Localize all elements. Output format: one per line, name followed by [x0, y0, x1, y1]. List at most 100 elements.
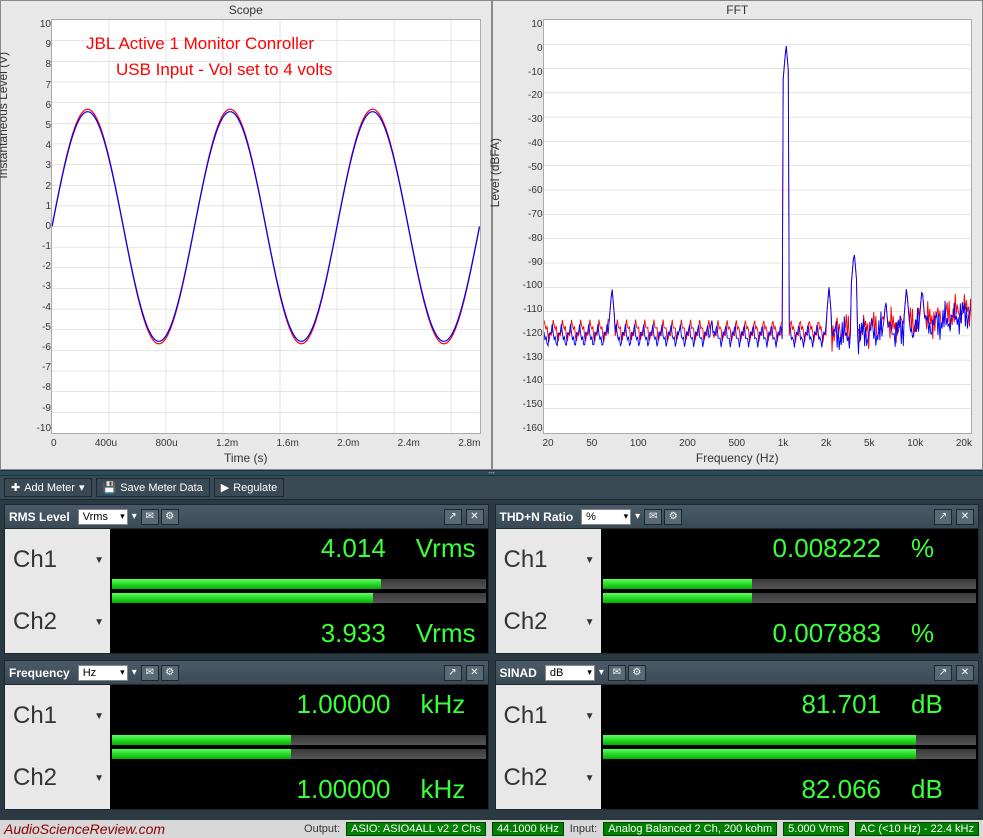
input-device-chip[interactable]: Analog Balanced 2 Ch, 200 kohm — [603, 822, 777, 836]
envelope-icon[interactable]: ✉ — [644, 509, 662, 525]
meters-toolbar: ✚ Add Meter ▾ 💾 Save Meter Data ▶ Regula… — [0, 476, 983, 500]
chevron-down-icon: ▼ — [585, 773, 595, 784]
output-device-chip[interactable]: ASIO: ASIO4ALL v2 2 Chs — [346, 822, 486, 836]
envelope-icon[interactable]: ✉ — [141, 509, 159, 525]
freq-ch2-label[interactable]: Ch2▼ — [5, 747, 110, 809]
freq-ch2-value: 1.00000 — [297, 774, 391, 805]
add-meter-button[interactable]: ✚ Add Meter ▾ — [4, 478, 92, 497]
frequency-unit-select[interactable]: Hz — [78, 665, 128, 681]
thdn-ch2-unit: % — [911, 618, 966, 649]
freq-ch1-bar — [112, 735, 291, 745]
sinad-ch1-label[interactable]: Ch1▼ — [496, 685, 601, 747]
save-meter-data-button[interactable]: 💾 Save Meter Data — [96, 478, 210, 497]
scope-annotation: JBL Active 1 Monitor Conroller USB Input… — [86, 31, 332, 82]
popout-icon[interactable]: ↗ — [934, 509, 952, 525]
thdn-unit-select[interactable]: % — [581, 509, 631, 525]
fft-chart[interactable]: FFT 100-10-20-30-40-50-60-70-80-90-100-1… — [492, 0, 983, 470]
gear-icon[interactable]: ⚙ — [628, 665, 646, 681]
dropdown-caret-icon[interactable]: ▾ — [635, 511, 640, 522]
fft-xlabel: Frequency (Hz) — [493, 451, 983, 465]
freq-ch2-unit: kHz — [421, 774, 476, 805]
chevron-down-icon: ▼ — [585, 617, 595, 628]
scope-title: Scope — [1, 1, 491, 19]
thdn-ch2-value: 0.007883 — [773, 618, 881, 649]
fft-title: FFT — [493, 1, 983, 19]
freq-ch1-unit: kHz — [421, 689, 476, 720]
frequency-header: Frequency Hz ▾ ✉ ⚙ ↗ ✕ — [5, 661, 488, 685]
gear-icon[interactable]: ⚙ — [664, 509, 682, 525]
thdn-ch1-unit: % — [911, 533, 966, 564]
sinad-ch1-value: 81.701 — [801, 689, 881, 720]
sinad-ch2-label[interactable]: Ch2▼ — [496, 747, 601, 809]
dropdown-caret-icon[interactable]: ▾ — [599, 667, 604, 678]
fft-plot-area — [543, 19, 973, 434]
sinad-ch2-bar — [603, 749, 917, 759]
thdn-ch1-label[interactable]: Ch1▼ — [496, 529, 601, 591]
output-label: Output: — [304, 823, 340, 835]
freq-ch1-value: 1.00000 — [297, 689, 391, 720]
freq-ch1-label[interactable]: Ch1▼ — [5, 685, 110, 747]
scope-chart[interactable]: Scope JBL Active 1 Monitor Conroller USB… — [0, 0, 492, 470]
scope-xlabel: Time (s) — [1, 451, 491, 465]
chevron-down-icon: ▼ — [94, 555, 104, 566]
chevron-down-icon: ▼ — [94, 617, 104, 628]
close-icon[interactable]: ✕ — [466, 665, 484, 681]
chevron-down-icon: ▼ — [94, 711, 104, 722]
scope-ylabel: Instantaneous Level (V) — [0, 52, 10, 179]
rms-title: RMS Level — [9, 510, 70, 524]
envelope-icon[interactable]: ✉ — [141, 665, 159, 681]
popout-icon[interactable]: ↗ — [444, 509, 462, 525]
save-icon: 💾 — [103, 481, 117, 494]
fft-ylabel: Level (dBFA) — [488, 138, 502, 207]
dropdown-caret-icon[interactable]: ▾ — [132, 667, 137, 678]
thdn-ch2-label[interactable]: Ch2▼ — [496, 591, 601, 653]
popout-icon[interactable]: ↗ — [934, 665, 952, 681]
frequency-title: Frequency — [9, 666, 70, 680]
thdn-ch2-bar — [603, 593, 752, 603]
play-icon: ▶ — [221, 481, 229, 494]
rms-unit-select[interactable]: Vrms — [78, 509, 128, 525]
sinad-ch1-unit: dB — [911, 689, 966, 720]
sinad-header: SINAD dB ▾ ✉ ⚙ ↗ ✕ — [496, 661, 979, 685]
rms-ch1-value: 4.014 — [321, 533, 386, 564]
close-icon[interactable]: ✕ — [956, 665, 974, 681]
input-level-chip[interactable]: 5.000 Vrms — [783, 822, 849, 836]
chevron-down-icon: ▼ — [94, 773, 104, 784]
rms-ch2-unit: Vrms — [416, 618, 476, 649]
popout-icon[interactable]: ↗ — [444, 665, 462, 681]
scope-y-axis: 109876543210-1-2-3-4-5-6-7-8-9-10 — [23, 19, 51, 434]
dropdown-caret-icon[interactable]: ▾ — [132, 511, 137, 522]
close-icon[interactable]: ✕ — [956, 509, 974, 525]
regulate-button[interactable]: ▶ Regulate — [214, 478, 285, 497]
rms-ch2-value: 3.933 — [321, 618, 386, 649]
sinad-unit-select[interactable]: dB — [545, 665, 595, 681]
sinad-ch2-value: 82.066 — [801, 774, 881, 805]
input-label: Input: — [570, 823, 598, 835]
rms-ch1-label[interactable]: Ch1▼ — [5, 529, 110, 591]
watermark: AudioScienceReview.com — [4, 821, 165, 837]
sinad-panel: SINAD dB ▾ ✉ ⚙ ↗ ✕ Ch1▼ 81.701 dB Ch2▼ — [495, 660, 980, 810]
frequency-panel: Frequency Hz ▾ ✉ ⚙ ↗ ✕ Ch1▼ 1.00000 kHz … — [4, 660, 489, 810]
gear-icon[interactable]: ⚙ — [161, 509, 179, 525]
thdn-title: THD+N Ratio — [500, 510, 574, 524]
rms-ch1-unit: Vrms — [416, 533, 476, 564]
sinad-title: SINAD — [500, 666, 537, 680]
envelope-icon[interactable]: ✉ — [608, 665, 626, 681]
scope-x-axis: 0400u800u1.2m1.6m2.0m2.4m2.8m — [51, 438, 481, 449]
close-icon[interactable]: ✕ — [466, 509, 484, 525]
thdn-header: THD+N Ratio % ▾ ✉ ⚙ ↗ ✕ — [496, 505, 979, 529]
output-rate-chip[interactable]: 44.1000 kHz — [492, 822, 564, 836]
thdn-ch1-value: 0.008222 — [773, 533, 881, 564]
gear-icon[interactable]: ⚙ — [161, 665, 179, 681]
rms-ch2-label[interactable]: Ch2▼ — [5, 591, 110, 653]
input-coupling-chip[interactable]: AC (<10 Hz) - 22.4 kHz — [855, 822, 979, 836]
meters-grid: RMS Level Vrms ▾ ✉ ⚙ ↗ ✕ Ch1▼ 4.014 Vrms… — [0, 500, 983, 814]
chevron-down-icon: ▼ — [585, 555, 595, 566]
sinad-ch2-unit: dB — [911, 774, 966, 805]
thdn-panel: THD+N Ratio % ▾ ✉ ⚙ ↗ ✕ Ch1▼ 0.008222 % … — [495, 504, 980, 654]
fft-y-axis: 100-10-20-30-40-50-60-70-80-90-100-110-1… — [515, 19, 543, 434]
chevron-down-icon: ▼ — [585, 711, 595, 722]
rms-ch1-bar — [112, 579, 381, 589]
sinad-ch1-bar — [603, 735, 917, 745]
thdn-ch1-bar — [603, 579, 752, 589]
